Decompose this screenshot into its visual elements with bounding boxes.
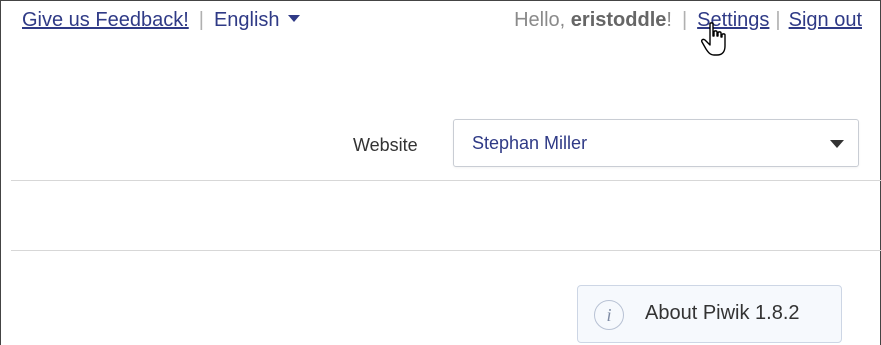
- website-label: Website: [353, 135, 418, 155]
- hand-pointer-icon: [701, 22, 726, 56]
- chevron-down-icon: [830, 140, 844, 148]
- info-icon: i: [594, 300, 624, 330]
- divider: [11, 180, 881, 181]
- about-piwik-label: About Piwik 1.8.2: [645, 302, 800, 324]
- chevron-down-icon: [287, 15, 300, 23]
- nav-separator: |: [198, 9, 204, 31]
- language-label: English: [213, 9, 280, 31]
- divider: [11, 250, 881, 251]
- greeting-suffix: !: [666, 9, 672, 31]
- greeting-prefix: Hello,: [514, 9, 571, 31]
- top-left-nav: Give us Feedback! | English: [22, 9, 300, 32]
- about-piwik-button[interactable]: i About Piwik 1.8.2: [577, 285, 842, 343]
- username: eristoddle: [570, 9, 667, 31]
- top-right-user-nav: Hello, eristoddle! | Settings | Sign out: [514, 9, 862, 32]
- nav-separator: |: [681, 9, 688, 31]
- website-selected-value: Stephan Miller: [472, 133, 588, 153]
- feedback-link[interactable]: Give us Feedback!: [22, 9, 189, 31]
- nav-separator: |: [775, 9, 781, 31]
- signout-link[interactable]: Sign out: [789, 9, 862, 31]
- greeting: Hello, eristoddle!: [514, 9, 672, 31]
- language-selector[interactable]: English: [214, 9, 300, 31]
- website-select[interactable]: Stephan Miller: [453, 119, 859, 167]
- app-frame: Give us Feedback! | English Hello, eristod…: [0, 0, 881, 345]
